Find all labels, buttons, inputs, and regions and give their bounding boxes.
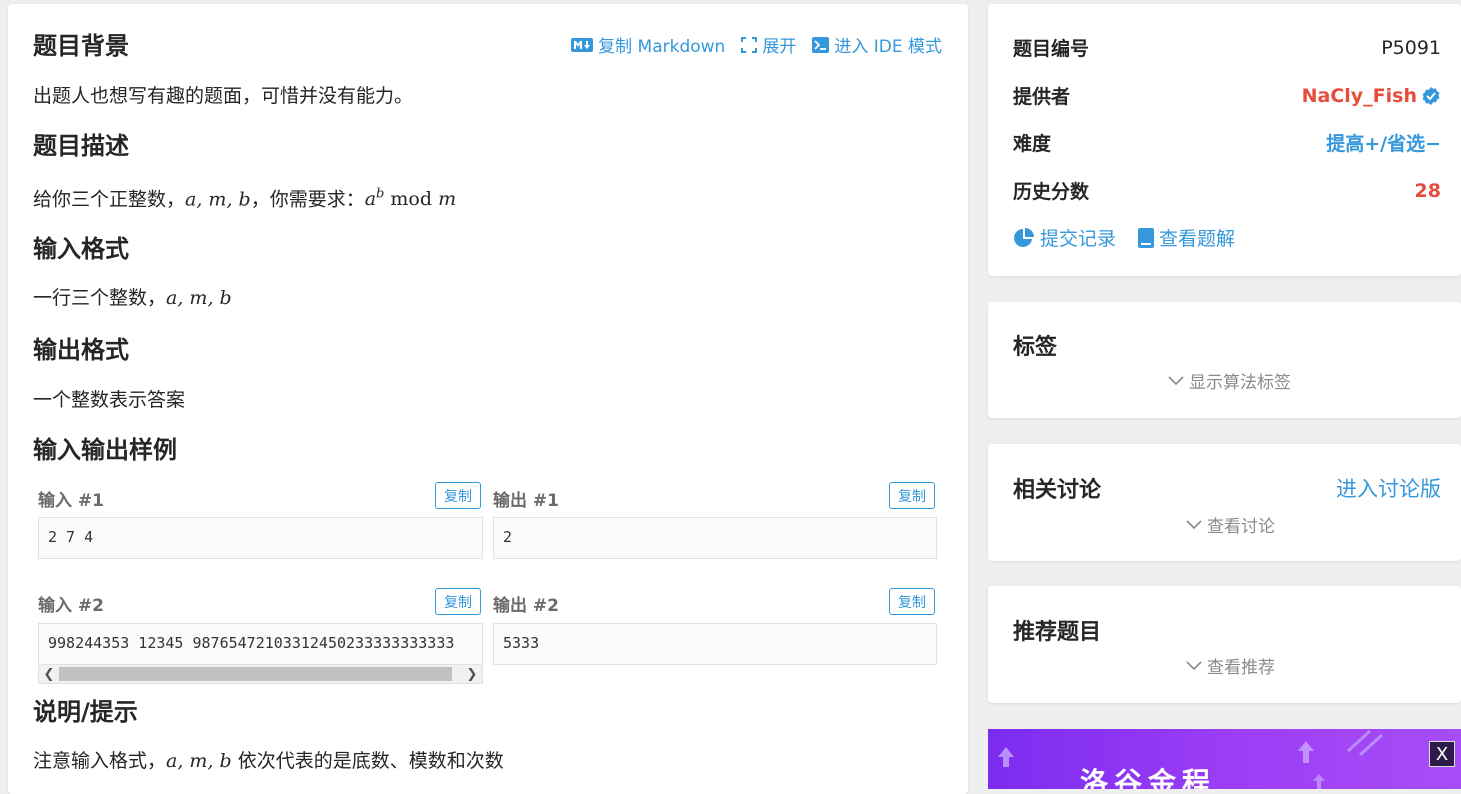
provider-link[interactable]: NaCly_Fish bbox=[1302, 85, 1441, 107]
hint-heading: 说明/提示 bbox=[33, 698, 138, 726]
provider-row: 提供者 NaCly_Fish bbox=[1013, 82, 1441, 109]
recommend-card: 推荐题目 查看推荐 bbox=[988, 586, 1461, 703]
tags-title: 标签 bbox=[1013, 335, 1058, 360]
copy-output-2-button[interactable]: 复制 bbox=[889, 588, 935, 615]
sample-input-label: 输入 #1 bbox=[38, 491, 104, 511]
math-formula: ab mod m bbox=[364, 187, 457, 211]
show-discussion-toggle[interactable]: 查看讨论 bbox=[1186, 512, 1275, 537]
submissions-link[interactable]: 提交记录 bbox=[1013, 224, 1116, 251]
difficulty-row: 难度 提高+/省选− bbox=[1013, 129, 1441, 156]
input-format-heading: 输入格式 bbox=[33, 235, 129, 263]
background-heading: 题目背景 bbox=[33, 32, 129, 60]
copy-input-1-button[interactable]: 复制 bbox=[435, 482, 481, 509]
sample-input-label: 输入 #2 bbox=[38, 596, 104, 616]
solutions-link[interactable]: 查看题解 bbox=[1138, 224, 1235, 251]
chevron-down-icon bbox=[1186, 660, 1202, 670]
sample-output-2[interactable]: 5333 bbox=[493, 623, 937, 665]
close-banner-button[interactable]: X bbox=[1429, 741, 1455, 767]
sample-input-1[interactable]: 2 7 4 bbox=[38, 517, 483, 559]
show-recommend-toggle[interactable]: 查看推荐 bbox=[1186, 653, 1275, 678]
ide-mode-button[interactable]: 进入 IDE 模式 bbox=[812, 32, 942, 57]
copy-output-1-button[interactable]: 复制 bbox=[889, 482, 935, 509]
ad-banner[interactable]: 洛谷金程 X bbox=[988, 729, 1461, 789]
background-text: 出题人也想写有趣的题面，可惜并没有能力。 bbox=[33, 85, 414, 107]
scroll-right-icon[interactable]: ❯ bbox=[462, 665, 482, 683]
hint-text: 注意输入格式，a, m, b 依次代表的是底数、模数和次数 bbox=[33, 750, 504, 772]
scrollbar-thumb[interactable] bbox=[59, 667, 452, 681]
output-format-heading: 输出格式 bbox=[33, 336, 129, 364]
output-format-text: 一个整数表示答案 bbox=[33, 389, 186, 411]
expand-icon bbox=[741, 36, 758, 53]
input-format-text: 一行三个整数，a, m, b bbox=[33, 287, 232, 309]
math-vars: a, m, b bbox=[185, 188, 251, 211]
scroll-left-icon[interactable]: ❮ bbox=[39, 665, 59, 683]
sample-output-label: 输出 #2 bbox=[493, 596, 559, 616]
discussion-title: 相关讨论 bbox=[1013, 478, 1102, 503]
tags-card: 标签 显示算法标签 bbox=[988, 302, 1461, 418]
problem-id-row: 题目编号 P5091 bbox=[1013, 36, 1441, 61]
banner-text: 洛谷金程 bbox=[1080, 766, 1217, 789]
markdown-icon bbox=[571, 37, 594, 52]
copy-markdown-button[interactable]: 复制 Markdown bbox=[571, 32, 725, 57]
chevron-down-icon bbox=[1186, 519, 1202, 529]
description-text: 给你三个正整数，a, m, b，你需要求：ab mod m bbox=[33, 187, 457, 211]
difficulty-link[interactable]: 提高+/省选− bbox=[1326, 129, 1441, 156]
score-row: 历史分数 28 bbox=[1013, 179, 1441, 204]
book-icon bbox=[1138, 227, 1154, 248]
expand-button[interactable]: 展开 bbox=[741, 32, 796, 57]
discussion-card: 相关讨论 进入讨论版 查看讨论 bbox=[988, 444, 1461, 561]
problem-toolbar: 复制 Markdown 展开 进入 IDE 模式 bbox=[571, 32, 942, 57]
enter-discussion-link[interactable]: 进入讨论版 bbox=[1336, 473, 1441, 503]
arrow-decoration-icon bbox=[998, 729, 1384, 789]
verified-icon bbox=[1422, 86, 1440, 105]
samples-heading: 输入输出样例 bbox=[33, 436, 177, 464]
sample-output-1[interactable]: 2 bbox=[493, 517, 937, 559]
sample-output-label: 输出 #1 bbox=[493, 491, 559, 511]
copy-input-2-button[interactable]: 复制 bbox=[435, 588, 481, 615]
problem-info-card: 题目编号 P5091 提供者 NaCly_Fish 难度 提高+/省选− 历史分… bbox=[988, 4, 1461, 276]
pie-chart-icon bbox=[1014, 227, 1034, 247]
show-tags-toggle[interactable]: 显示算法标签 bbox=[1168, 368, 1291, 393]
recommend-title: 推荐题目 bbox=[1013, 620, 1102, 645]
sample-input-2[interactable]: 998244353 12345 987654721033124502333333… bbox=[38, 623, 483, 665]
sample-input-2-scrollbar[interactable]: ❮ ❯ bbox=[38, 664, 483, 684]
description-heading: 题目描述 bbox=[33, 132, 129, 160]
chevron-down-icon bbox=[1168, 375, 1184, 385]
terminal-icon bbox=[812, 36, 830, 53]
problem-card: 复制 Markdown 展开 进入 IDE 模式 题目背景 出题人也想写有趣的题… bbox=[8, 4, 968, 794]
